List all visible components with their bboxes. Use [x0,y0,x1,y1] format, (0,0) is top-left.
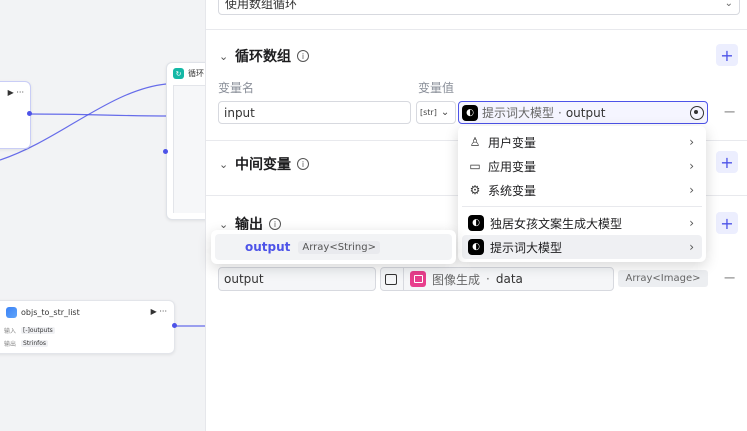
info-icon[interactable]: i [297,50,309,62]
output-name-value: output [224,272,264,286]
folder-icon: ▭ [469,159,481,173]
chevron-right-icon: › [689,183,694,197]
menu-item-label: 系统变量 [488,183,537,198]
section-title: 中间变量 [235,157,291,173]
ref-field: output [565,105,606,120]
llm-node-avatar-icon: ◐ [468,239,484,255]
output-type-badge: Array<Image> [618,270,708,287]
node-port[interactable] [27,111,32,116]
chevron-down-icon: ⌄ [724,0,733,9]
divider [462,206,702,207]
node-title: objs_to_str_list [21,308,80,317]
menu-item-node-copywriting-llm[interactable]: ◐ 独居女孩文案生成大模型 › [462,211,702,235]
llm-node-avatar-icon: ◐ [462,104,478,121]
node-output-submenu[interactable]: output Array<String> [211,230,456,264]
chevron-right-icon: › [689,135,694,149]
output-name-input[interactable]: output [218,267,376,291]
info-icon[interactable]: i [297,158,309,170]
info-icon[interactable]: i [269,218,281,230]
workflow-node[interactable]: ▶ ··· [0,81,31,149]
output-type: Str [23,340,32,347]
ref-field: data [495,272,523,286]
output-reference-field[interactable]: 图像生成 · data [380,267,614,291]
variable-picker-dropdown[interactable]: ♙ 用户变量 › ▭ 应用变量 › ⚙ 系统变量 › ◐ 独居女孩文案生成大模型… [458,126,706,262]
chevron-down-icon[interactable]: ⌄ [219,218,229,231]
loop-body [173,85,205,213]
menu-item-user-variables[interactable]: ♙ 用户变量 › [462,130,702,154]
llm-node-avatar-icon: ◐ [468,215,484,231]
type-label: [str] [420,108,437,117]
menu-item-system-variables[interactable]: ⚙ 系统变量 › [462,178,702,202]
node-port[interactable] [163,149,168,154]
image-gen-node-icon [410,271,426,287]
menu-item-label: 用户变量 [488,135,537,150]
loop-icon: ↻ [173,68,184,79]
divider [206,29,747,30]
image-icon [385,273,397,285]
user-icon: ♙ [469,135,481,149]
node-config-panel: 使用数组循环 ⌄ ⌄ 循环数组 i + 变量名 变量值 input [str] … [205,0,747,431]
variable-name-input[interactable]: input [218,101,411,124]
column-label-value: 变量值 [418,81,455,95]
intermediate-section-header[interactable]: ⌄ 中间变量 i [219,154,309,174]
node-port[interactable] [172,323,177,328]
chevron-right-icon: › [689,159,694,173]
add-output-button[interactable]: + [716,212,738,234]
loop-type-select[interactable]: 使用数组循环 ⌄ [218,0,740,15]
chevron-right-icon: › [689,240,694,254]
ref-source: 图像生成 [432,272,481,287]
chevron-down-icon[interactable]: ⌄ [219,50,229,63]
ref-source: 提示词大模型 [482,106,555,120]
value-type-select[interactable]: [str] ⌄ [416,101,456,124]
menu-item-label: 独居女孩文案生成大模型 [490,216,623,231]
menu-item-app-variables[interactable]: ▭ 应用变量 › [462,154,702,178]
submenu-item-output[interactable]: output Array<String> [215,234,452,260]
remove-output-button[interactable]: − [723,268,736,287]
output-label: 输出 [4,341,17,348]
ref-separator: · [486,272,490,286]
objs-to-str-list-node[interactable]: objs_to_str_list ▶ ··· 输入 [-]outputs 输出 … [0,300,175,354]
column-label-name: 变量名 [218,81,255,95]
add-loop-array-button[interactable]: + [716,44,738,66]
output-type-chip: Array<String> [298,240,380,254]
input-label: 输入 [4,328,17,335]
variable-reference-field[interactable]: ◐ 提示词大模型 · output [458,101,708,124]
menu-item-node-prompt-llm[interactable]: ◐ 提示词大模型 › [462,235,702,259]
remove-row-button[interactable]: − [723,102,736,121]
menu-item-label: 应用变量 [488,159,537,174]
loop-node-title: 循环 [188,69,204,78]
chevron-down-icon: ⌄ [440,107,450,118]
gear-icon: ⚙ [469,183,481,197]
menu-item-label: 提示词大模型 [490,240,563,255]
output-value: infos [31,340,47,347]
node-controls[interactable]: ▶ ··· [151,307,167,316]
loop-type-value: 使用数组循环 [225,0,298,11]
input-type: [-] [23,327,30,334]
variable-name-value: input [224,105,255,120]
ref-separator: · [558,105,562,120]
target-icon[interactable] [690,105,704,120]
loop-array-section-header[interactable]: ⌄ 循环数组 i [219,46,309,66]
node-controls[interactable]: ▶ ··· [8,88,24,97]
section-title: 循环数组 [235,49,291,65]
chevron-down-icon[interactable]: ⌄ [219,158,229,171]
add-intermediate-button[interactable]: + [716,151,738,173]
output-name: output [245,240,291,254]
code-node-icon [6,307,17,318]
input-value: outputs [29,327,53,334]
loop-node[interactable]: ↻ 循环 [166,62,205,220]
chevron-right-icon: › [689,216,694,230]
workflow-canvas[interactable]: ▶ ··· ↻ 循环 objs_to_str_list ▶ ··· 输入 [-]… [0,0,205,431]
